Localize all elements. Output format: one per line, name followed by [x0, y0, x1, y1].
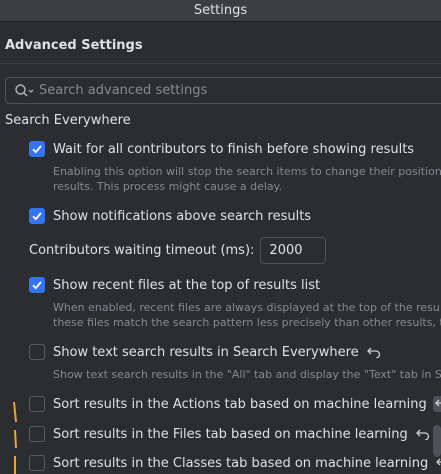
check-icon — [32, 212, 42, 221]
timeout-setting: Contributors waiting timeout (ms): — [29, 237, 327, 264]
timeout-label: Contributors waiting timeout (ms): — [29, 243, 255, 258]
checkbox-recent-files[interactable] — [29, 277, 45, 293]
option-description: Show text search results in the "All" ta… — [53, 368, 441, 381]
option-label: Sort results in the Classes tab based on… — [53, 455, 429, 471]
check-icon — [32, 281, 42, 290]
option-label: Show notifications above search results — [53, 208, 312, 224]
option-recent-files[interactable]: Show recent files at the top of results … — [29, 276, 320, 294]
checkbox-sort-classes[interactable] — [29, 455, 45, 471]
option-label: Show text search results in Search Every… — [53, 344, 359, 360]
header-divider — [0, 63, 441, 64]
option-sort-files[interactable]: Sort results in the Files tab based on m… — [29, 425, 432, 443]
option-description: results. This process might cause a dela… — [53, 180, 283, 193]
search-icon — [15, 84, 34, 97]
option-wait-contributors[interactable]: Wait for all contributors to finish befo… — [29, 140, 414, 158]
section-title: Search Everywhere — [5, 113, 131, 128]
checkbox-show-notifications[interactable] — [29, 208, 45, 224]
scrollbar-thumb[interactable] — [433, 425, 441, 457]
option-label: Sort results in the Actions tab based on… — [53, 396, 427, 412]
reset-icon[interactable] — [414, 426, 432, 442]
reset-icon[interactable] — [432, 396, 441, 412]
search-field[interactable]: Search advanced settings — [5, 77, 441, 104]
option-description: When enabled, recent files are always di… — [53, 301, 440, 314]
checkbox-text-search[interactable] — [29, 344, 45, 360]
option-description: Enabling this option will stop the searc… — [53, 165, 441, 178]
reset-icon[interactable] — [365, 344, 383, 360]
option-description: these files match the search pattern les… — [53, 316, 441, 329]
checkbox-sort-actions[interactable] — [29, 396, 45, 412]
option-text-search[interactable]: Show text search results in Search Every… — [29, 343, 383, 361]
reset-icon[interactable] — [434, 455, 441, 471]
checkbox-wait-contributors[interactable] — [29, 141, 45, 157]
window-title: Settings — [0, 0, 441, 22]
option-label: Sort results in the Files tab based on m… — [53, 426, 408, 442]
option-label: Wait for all contributors to finish befo… — [53, 141, 415, 157]
option-sort-actions[interactable]: Sort results in the Actions tab based on… — [29, 395, 441, 413]
check-icon — [32, 145, 42, 154]
option-label: Show recent files at the top of results … — [53, 277, 321, 293]
option-sort-classes[interactable]: Sort results in the Classes tab based on… — [29, 454, 441, 472]
modified-marker — [13, 401, 17, 474]
checkbox-sort-files[interactable] — [29, 426, 45, 442]
timeout-input[interactable] — [260, 237, 327, 264]
page-title: Advanced Settings — [5, 38, 143, 53]
option-show-notifications[interactable]: Show notifications above search results — [29, 207, 311, 225]
search-placeholder: Search advanced settings — [39, 83, 208, 98]
